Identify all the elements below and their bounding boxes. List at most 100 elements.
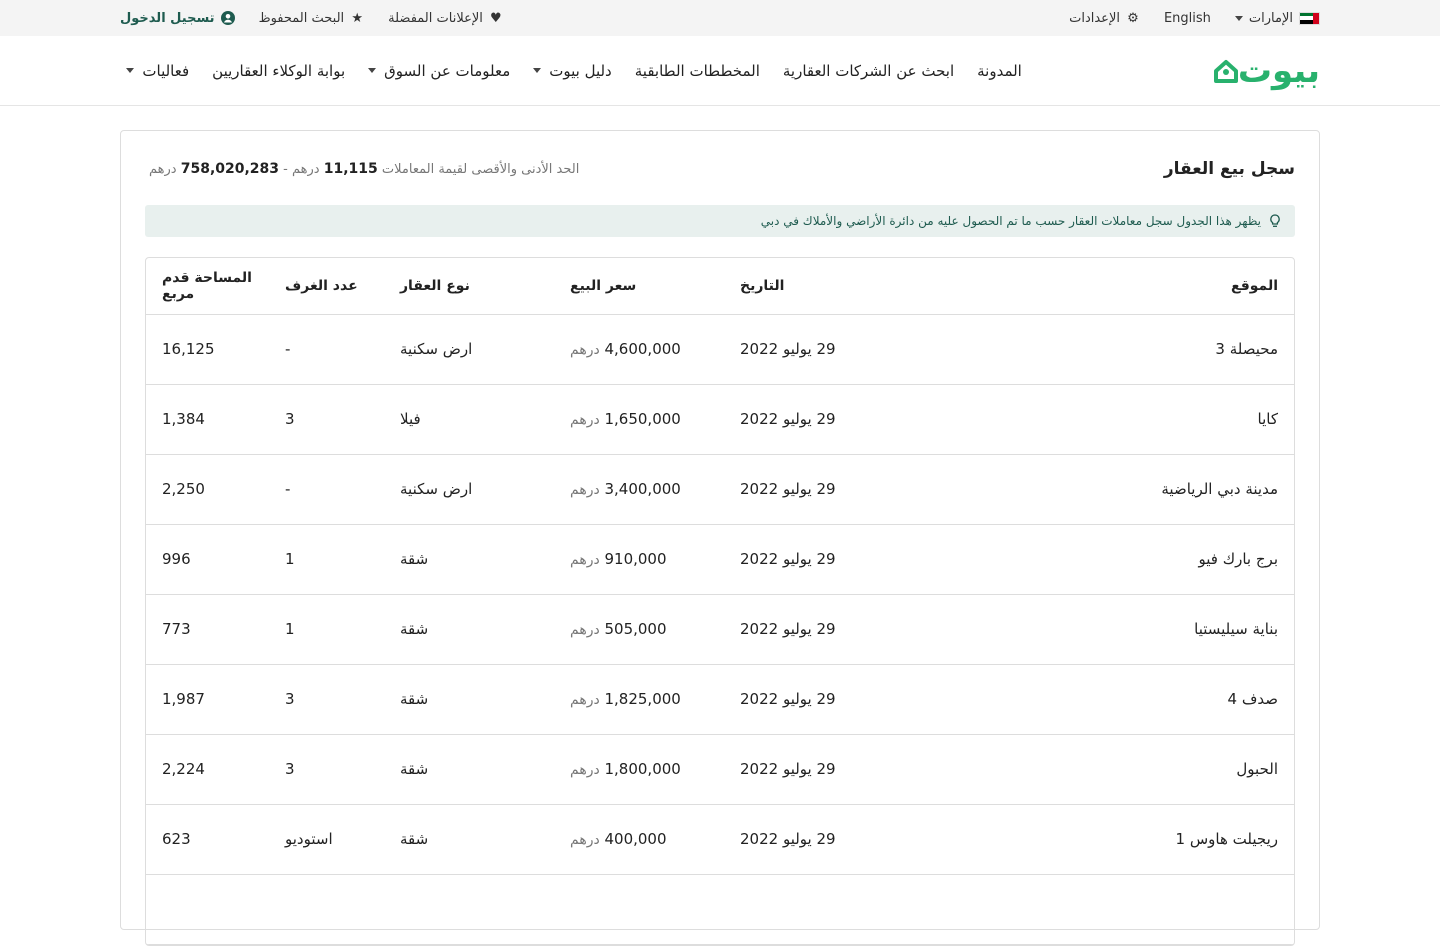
- cell-area: 2,250: [146, 454, 269, 525]
- cell-date: 29 يوليو 2022: [724, 314, 894, 385]
- header-price[interactable]: سعر البيع: [554, 258, 724, 315]
- price-currency: درهم: [570, 692, 600, 708]
- uae-flag-icon: [1299, 11, 1320, 25]
- topbar-right-group: الإمارات English ⚙ الإعدادات: [1069, 11, 1320, 26]
- range-label: الحد الأدنى والأقصى لقيمة المعاملات: [381, 162, 580, 177]
- cell-rooms: -: [269, 314, 384, 385]
- cell-type: شقة: [384, 804, 554, 875]
- language-label: English: [1163, 10, 1211, 26]
- nav-floor-plans[interactable]: المخططات الطابقية: [635, 62, 760, 80]
- cell-type: شقة: [384, 524, 554, 595]
- house-logo-icon: [1213, 59, 1238, 83]
- cell-date: [724, 874, 894, 945]
- nav-bayut-guide[interactable]: دليل بيوت: [533, 61, 612, 80]
- cell-rooms: 1: [269, 524, 384, 595]
- cell-location: محيصلة 3: [894, 314, 1294, 385]
- settings-menu[interactable]: ⚙ الإعدادات: [1069, 11, 1140, 26]
- nav-links: المدونة ابحث عن الشركات العقارية المخططا…: [120, 62, 1022, 80]
- cell-date: 29 يوليو 2022: [724, 594, 894, 665]
- nav-link-label: معلومات عن السوق: [384, 61, 511, 80]
- price-currency: درهم: [570, 552, 600, 568]
- price-currency: درهم: [570, 832, 600, 848]
- saved-search-link[interactable]: ★ البحث المحفوظ: [259, 11, 365, 26]
- favorites-link[interactable]: ♥ الإعلانات المفضلة: [388, 11, 503, 26]
- notice-text: يظهر هذا الجدول سجل معاملات العقار حسب م…: [760, 214, 1261, 228]
- star-icon: ★: [351, 10, 363, 26]
- cell-type: شقة: [384, 594, 554, 665]
- cell-rooms: استوديو: [269, 804, 384, 875]
- cell-area: 2,224: [146, 734, 269, 805]
- sale-history-card: سجل بيع العقار الحد الأدنى والأقصى لقيمة…: [120, 130, 1320, 946]
- bayut-logo[interactable]: بيوت: [1212, 50, 1321, 91]
- cell-rooms: [269, 874, 384, 945]
- chevron-down-icon: [1234, 15, 1243, 21]
- cell-price: 910,000 درهم: [554, 524, 724, 595]
- country-selector[interactable]: الإمارات: [1234, 11, 1320, 26]
- price-currency: درهم: [570, 482, 600, 498]
- cell-date: 29 يوليو 2022: [724, 734, 894, 805]
- nav-events[interactable]: فعاليات: [126, 62, 189, 80]
- cell-type: ارض سكنية: [384, 454, 554, 525]
- table-row: [146, 874, 1294, 945]
- cell-rooms: 3: [269, 664, 384, 735]
- cell-price: [554, 874, 724, 945]
- nav-find-agencies[interactable]: ابحث عن الشركات العقارية: [783, 62, 954, 80]
- nav-link-label: فعاليات: [142, 61, 190, 80]
- topbar-left-group: ♥ الإعلانات المفضلة ★ البحث المحفوظ تسجي…: [120, 11, 503, 26]
- cell-rooms: 3: [269, 734, 384, 805]
- logo-text: بيوت: [1237, 50, 1321, 91]
- price-value: 505,000: [604, 620, 667, 638]
- nav-link-label: المدونة: [977, 61, 1022, 80]
- login-button[interactable]: تسجيل الدخول: [120, 11, 235, 26]
- table-row: كايا 29 يوليو 2022 1,650,000 درهم فيلا 3…: [146, 384, 1294, 455]
- language-switch[interactable]: English: [1164, 11, 1211, 26]
- cell-type: ارض سكنية: [384, 314, 554, 385]
- cell-location: [894, 874, 1294, 945]
- price-currency: درهم: [570, 762, 600, 778]
- cell-price: 3,400,000 درهم: [554, 454, 724, 525]
- price-value: 1,825,000: [604, 690, 681, 708]
- nav-blog[interactable]: المدونة: [977, 62, 1022, 80]
- user-circle-icon: [220, 11, 235, 25]
- transaction-range: الحد الأدنى والأقصى لقيمة المعاملات 11,1…: [149, 161, 579, 177]
- cell-date: 29 يوليو 2022: [724, 804, 894, 875]
- table-row: بناية سيليستيا 29 يوليو 2022 505,000 دره…: [146, 594, 1294, 665]
- cell-location: الحبول: [894, 734, 1294, 805]
- heart-icon: ♥: [490, 10, 502, 26]
- cell-area: 773: [146, 594, 269, 665]
- cell-type: شقة: [384, 734, 554, 805]
- cell-area: [146, 874, 269, 945]
- header-area[interactable]: المساحة قدم مربع: [146, 258, 269, 315]
- cell-area: 1,384: [146, 384, 269, 455]
- cell-location: صدف 4: [894, 664, 1294, 735]
- login-label: تسجيل الدخول: [120, 10, 215, 26]
- cell-location: كايا: [894, 384, 1294, 455]
- settings-label: الإعدادات: [1069, 10, 1120, 26]
- table-row: محيصلة 3 29 يوليو 2022 4,600,000 درهم ار…: [146, 314, 1294, 385]
- cell-rooms: -: [269, 454, 384, 525]
- price-value: 3,400,000: [604, 480, 681, 498]
- cell-area: 996: [146, 524, 269, 595]
- header-type[interactable]: نوع العقار: [384, 258, 554, 315]
- nav-agent-portal[interactable]: بوابة الوكلاء العقاريين: [212, 62, 345, 80]
- header-location[interactable]: الموقع: [894, 258, 1294, 315]
- header-rooms[interactable]: عدد الغرف: [269, 258, 384, 315]
- top-utility-bar: الإمارات English ⚙ الإعدادات ♥ الإعلانات…: [0, 0, 1440, 36]
- header-date[interactable]: التاريخ: [724, 258, 894, 315]
- cell-date: 29 يوليو 2022: [724, 454, 894, 525]
- cell-area: 16,125: [146, 314, 269, 385]
- cell-area: 623: [146, 804, 269, 875]
- gear-icon: ⚙: [1127, 10, 1139, 26]
- transactions-table: الموقع التاريخ سعر البيع نوع العقار عدد …: [146, 258, 1294, 945]
- cell-price: 4,600,000 درهم: [554, 314, 724, 385]
- cell-price: 400,000 درهم: [554, 804, 724, 875]
- chevron-down-icon: [368, 68, 377, 73]
- cell-location: برج بارك فيو: [894, 524, 1294, 595]
- range-max: 758,020,283: [180, 161, 280, 177]
- transactions-table-container: الموقع التاريخ سعر البيع نوع العقار عدد …: [145, 257, 1295, 946]
- nav-link-label: دليل بيوت: [549, 61, 612, 80]
- nav-link-label: ابحث عن الشركات العقارية: [782, 61, 955, 80]
- nav-market-info[interactable]: معلومات عن السوق: [368, 62, 510, 80]
- nav-link-label: بوابة الوكلاء العقاريين: [212, 61, 346, 80]
- cell-price: 1,650,000 درهم: [554, 384, 724, 455]
